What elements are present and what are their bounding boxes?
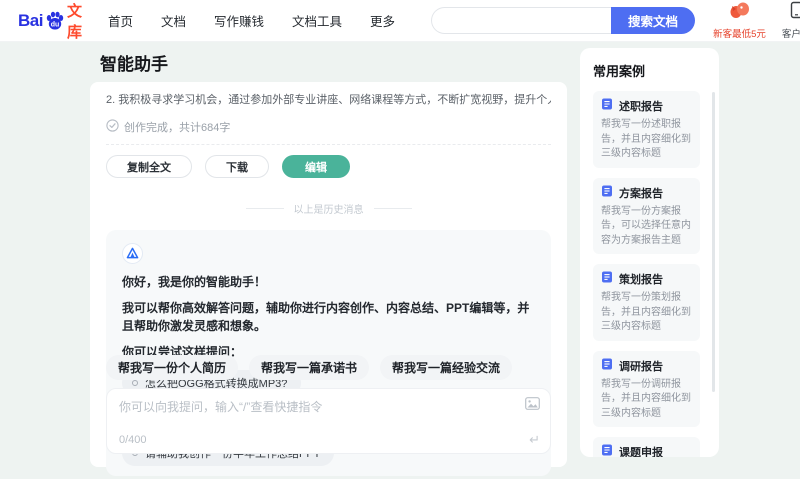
greeting-body: 我可以帮你高效解答问题，辅助你进行内容创作、内容总结、PPT编辑等，并且帮助你激…	[122, 300, 530, 334]
greeting-title: 你好，我是你的智能助手！	[122, 275, 267, 289]
common-cases-panel: 常用案例 述职报告 帮我写一份述职报告，并且内容细化到三级内容标题 方案报告 帮…	[580, 48, 719, 457]
assistant-avatar-icon	[122, 243, 143, 264]
copy-all-button[interactable]: 复制全文	[106, 155, 192, 178]
insert-image-icon[interactable]	[525, 397, 540, 415]
phone-icon	[790, 1, 800, 24]
case-desc: 帮我写一份述职报告，并且内容细化到三级内容标题	[601, 119, 691, 159]
creation-status-row: 创作完成，共计684字	[106, 119, 551, 135]
quick-chip-resume[interactable]: 帮我写一份个人简历	[106, 355, 239, 380]
case-title: 调研报告	[619, 360, 663, 373]
char-counter: 0/400	[119, 434, 147, 446]
download-button[interactable]: 下载	[205, 155, 269, 178]
check-circle-icon	[106, 119, 119, 135]
quick-chip-experience[interactable]: 帮我写一篇经验交流	[380, 355, 513, 380]
search-bar: 搜索文档	[431, 7, 696, 34]
divider-line-right	[373, 208, 412, 209]
logo-bai-text: Bai	[18, 10, 43, 30]
bullet-circle-icon	[132, 380, 138, 387]
doc-icon	[601, 357, 613, 375]
dashed-divider	[106, 144, 551, 145]
assistant-panel: 智能助手 2. 我积极寻求学习机会，通过参加外部专业讲座、网络课程等方式，不断扩…	[90, 50, 567, 477]
quick-chips: 帮我写一份个人简历 帮我写一篇承诺书 帮我写一篇经验交流	[106, 355, 513, 380]
result-actions: 复制全文 下载 编辑	[106, 155, 551, 178]
doc-icon	[601, 270, 613, 288]
doc-icon	[601, 443, 613, 457]
case-desc: 帮我写一份调研报告，并且内容细化到三级内容标题	[601, 378, 691, 419]
case-card-diaoyan[interactable]: 调研报告 帮我写一份调研报告，并且内容细化到三级内容标题	[593, 350, 700, 427]
doc-icon	[601, 97, 613, 115]
generated-doc-tail-text: 2. 我积极寻求学习机会，通过参加外部专业讲座、网络课程等方式，不断扩宽视野，提…	[106, 94, 551, 106]
creation-status-text: 创作完成，共计684字	[124, 122, 231, 134]
quick-chip-commitment[interactable]: 帮我写一篇承诺书	[249, 355, 370, 380]
nav-item-more[interactable]: 更多	[370, 11, 395, 30]
nav-menu: 首页 文档 写作赚钱 文档工具 更多	[108, 11, 395, 30]
case-title: 述职报告	[619, 101, 663, 113]
enter-send-icon[interactable]: ↵	[529, 432, 540, 448]
case-card-fangan[interactable]: 方案报告 帮我写一份方案报告，可以选择任意内容为方案报告主题	[593, 177, 700, 254]
search-input[interactable]	[431, 7, 612, 34]
nav-item-docs[interactable]: 文档	[161, 11, 186, 30]
edit-button[interactable]: 编辑	[282, 155, 350, 178]
nav-item-home[interactable]: 首页	[108, 11, 133, 30]
case-card-shuzhi[interactable]: 述职报告 帮我写一份述职报告，并且内容细化到三级内容标题	[593, 91, 700, 168]
client-label: 客户端	[781, 29, 800, 40]
chat-card: 2. 我积极寻求学习机会，通过参加外部专业讲座、网络课程等方式，不断扩宽视野，提…	[90, 82, 567, 477]
chat-input-box: 0/400 ↵	[106, 388, 551, 454]
page-title: 智能助手	[100, 55, 168, 74]
client-entry[interactable]: 客户端	[782, 1, 800, 40]
case-title: 课题申报	[619, 447, 663, 457]
case-desc: 帮我写一份策划报告，并且内容细化到三级内容标题	[601, 292, 691, 332]
case-title: 方案报告	[619, 187, 663, 200]
nav-item-tools[interactable]: 文档工具	[292, 11, 342, 30]
promo-mascot-icon	[729, 1, 750, 24]
baidu-wenku-logo[interactable]: Bai du 文库	[18, 0, 82, 42]
divider-line-left	[245, 208, 284, 209]
svg-text:du: du	[51, 21, 60, 28]
search-button[interactable]: 搜索文档	[611, 7, 696, 34]
history-divider-text: 以上是历史消息	[293, 205, 364, 216]
history-divider: 以上是历史消息	[106, 201, 551, 216]
promo-entry[interactable]: 新客最低5元	[713, 1, 766, 40]
nav-right-group: 新客最低5元 客户端 看过	[713, 1, 800, 40]
chat-input[interactable]	[107, 389, 504, 419]
logo-wenku-text: 文库	[66, 2, 82, 41]
top-navbar: Bai du 文库 首页 文档 写作赚钱 文档工具 更多 搜索文档 新客最低5元…	[0, 0, 800, 42]
doc-icon	[601, 184, 613, 202]
case-desc: 帮我写一份方案报告，可以选择任意内容为方案报告主题	[601, 205, 691, 246]
sidebar-scrollbar[interactable]	[712, 92, 715, 392]
case-title: 策划报告	[619, 274, 663, 286]
case-card-cehua[interactable]: 策划报告 帮我写一份策划报告，并且内容细化到三级内容标题	[593, 264, 700, 341]
promo-label: 新客最低5元	[713, 29, 766, 40]
common-cases-title: 常用案例	[593, 64, 646, 79]
case-card-keti[interactable]: 课题申报 帮我写一份课题申报材料，课题自选	[593, 437, 700, 457]
nav-item-earn[interactable]: 写作赚钱	[214, 11, 264, 30]
baidu-paw-icon: du	[44, 10, 66, 32]
